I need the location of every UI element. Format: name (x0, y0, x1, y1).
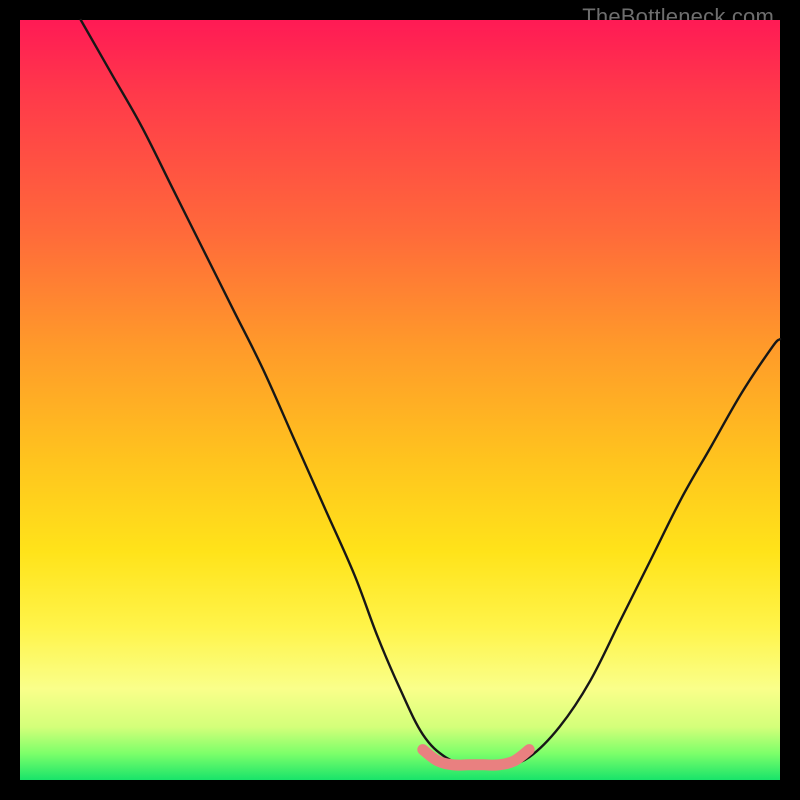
black-curve-path (81, 20, 780, 765)
plot-area (20, 20, 780, 780)
chart-frame: TheBottleneck.com (0, 0, 800, 800)
curve-layer (20, 20, 780, 780)
